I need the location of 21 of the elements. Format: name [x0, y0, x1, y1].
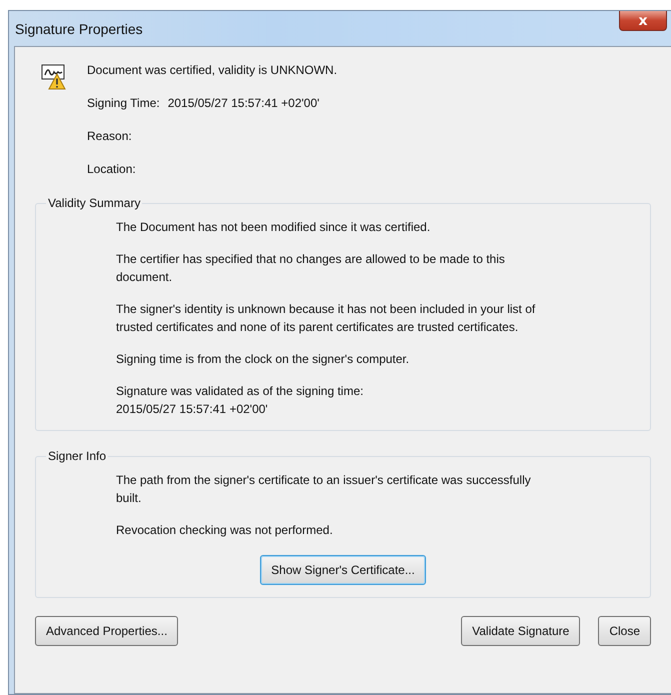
group-title: Validity Summary [47, 196, 142, 210]
info-text: The certifier has specified that no changes are allowed to be made to this document. [116, 251, 506, 286]
info-text: Signing time is from the clock on the signer's computer. [116, 351, 410, 368]
signature-warning-icon [41, 63, 67, 91]
validity-status: Document was certified, validity is UNKNOWN. [87, 62, 338, 79]
close-button[interactable]: Close [598, 616, 651, 646]
group-title: Signer Info [47, 449, 108, 463]
info-text: The path from the signer's certificate to an issuer's certificate was successfully built. [116, 472, 532, 507]
close-button[interactable]: x [619, 11, 667, 31]
info-text: The Document has not been modified since it was certified. [116, 219, 432, 236]
validate-signature-button[interactable]: Validate Signature [461, 616, 580, 646]
field-label: Reason: [87, 128, 132, 145]
window-title: Signature Properties [15, 20, 143, 36]
info-text: The signer's identity is unknown because it has not been included in your list of trusted certificates and none of its parent certificates are trusted certificates. [116, 301, 536, 336]
show-certificate-button[interactable]: Show Signer's Certificate... [260, 555, 426, 585]
info-text: Revocation checking was not performed. [116, 522, 334, 539]
info-text: Signature was validated as of the signing time: 2015/05/27 15:57:41 +02'00' [116, 383, 364, 418]
field-label: Signing Time: [87, 95, 160, 112]
field-label: Location: [87, 161, 136, 178]
advanced-properties-button[interactable]: Advanced Properties... [35, 616, 178, 646]
field-value: 2015/05/27 15:57:41 +02'00' [168, 95, 320, 112]
